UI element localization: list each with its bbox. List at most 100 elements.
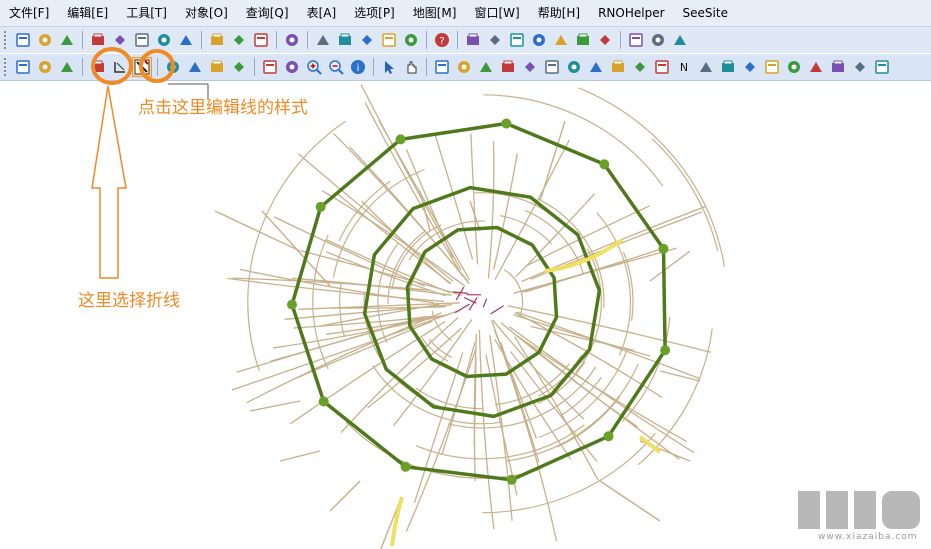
icon-1-button[interactable] xyxy=(432,57,452,77)
tool-d-button[interactable] xyxy=(529,30,549,50)
save-button[interactable] xyxy=(35,57,55,77)
polyline-select-icon xyxy=(92,60,104,72)
menu-item-9[interactable]: 帮助[H] xyxy=(529,0,589,26)
paste-button[interactable] xyxy=(251,30,271,50)
open-button[interactable] xyxy=(35,30,55,50)
icon-8-button[interactable] xyxy=(586,57,606,77)
radius-select-button[interactable] xyxy=(282,57,302,77)
icon-19-button[interactable] xyxy=(828,57,848,77)
help-button[interactable]: ? xyxy=(432,30,452,50)
icon-15-button[interactable] xyxy=(740,57,760,77)
cut-button[interactable] xyxy=(207,30,227,50)
print-setup-icon xyxy=(158,34,170,46)
tool-d-icon xyxy=(533,34,545,46)
open-table-button[interactable] xyxy=(132,30,152,50)
menu-item-0[interactable]: 文件[F] xyxy=(0,0,58,26)
undo-button[interactable] xyxy=(282,30,302,50)
icon-18-button[interactable] xyxy=(806,57,826,77)
grabber-button[interactable] xyxy=(401,57,421,77)
tool-a-button[interactable] xyxy=(463,30,483,50)
open-button[interactable] xyxy=(13,57,33,77)
radial-street xyxy=(273,216,426,287)
toolbar-grip[interactable] xyxy=(4,31,9,49)
interchange-node xyxy=(658,243,669,254)
interchange-node xyxy=(318,396,329,407)
tool-h-button[interactable] xyxy=(626,30,646,50)
menu-item-8[interactable]: 窗口[W] xyxy=(465,0,528,26)
svg-text:?: ? xyxy=(439,36,444,47)
icon-7-button[interactable] xyxy=(564,57,584,77)
menu-item-3[interactable]: 对象[O] xyxy=(176,0,237,26)
tool-b-button[interactable] xyxy=(485,30,505,50)
new-grapher-icon xyxy=(362,35,372,45)
undo-button[interactable] xyxy=(57,57,77,77)
city-map[interactable] xyxy=(0,81,931,549)
new-button[interactable] xyxy=(13,30,33,50)
icon-5-button[interactable] xyxy=(520,57,540,77)
interchange-node xyxy=(287,299,297,310)
menu-item-1[interactable]: 编辑[E] xyxy=(58,0,117,26)
layer-button[interactable] xyxy=(207,57,227,77)
save-button[interactable] xyxy=(88,30,108,50)
print-button[interactable] xyxy=(176,30,196,50)
icon-6-button[interactable] xyxy=(542,57,562,77)
tool-h-icon xyxy=(629,33,643,47)
open-workspace-button[interactable] xyxy=(57,30,77,50)
toolbar-grip[interactable] xyxy=(4,58,9,76)
tool-e-button[interactable] xyxy=(551,30,571,50)
new-grapher-button[interactable] xyxy=(357,30,377,50)
new-mapper-button[interactable] xyxy=(335,30,355,50)
tool-i-button[interactable] xyxy=(648,30,668,50)
icon-9-button[interactable] xyxy=(608,57,628,77)
menu-item-10[interactable]: RNOHelper xyxy=(589,0,673,26)
icon-21-button[interactable] xyxy=(872,57,892,77)
redistrict-button[interactable] xyxy=(401,30,421,50)
menu-item-4[interactable]: 查询[Q] xyxy=(237,0,298,26)
interchange-node xyxy=(400,461,411,472)
tool-j-button[interactable] xyxy=(670,30,690,50)
tool-g-icon xyxy=(600,35,610,45)
tool-f-button[interactable] xyxy=(573,30,593,50)
icon-13-button[interactable] xyxy=(696,57,716,77)
select-button[interactable] xyxy=(260,57,280,77)
center-street xyxy=(490,305,504,315)
icon-16-button[interactable] xyxy=(762,57,782,77)
print-setup-button[interactable] xyxy=(154,30,174,50)
zoom-in-button[interactable] xyxy=(304,57,324,77)
n-button[interactable]: N xyxy=(674,57,694,77)
arc-street xyxy=(503,269,524,318)
menu-item-6[interactable]: 选项[P] xyxy=(345,0,404,26)
copy-button[interactable] xyxy=(229,30,249,50)
icon-17-button[interactable] xyxy=(784,57,804,77)
info-button[interactable]: i xyxy=(348,57,368,77)
zoom-out-button[interactable] xyxy=(326,57,346,77)
menu-item-5[interactable]: 表[A] xyxy=(298,0,346,26)
line-style-button[interactable] xyxy=(132,57,152,77)
radial-street xyxy=(441,342,476,456)
browser-button[interactable] xyxy=(163,57,183,77)
icon-10-button[interactable] xyxy=(630,57,650,77)
menu-item-7[interactable]: 地图[M] xyxy=(404,0,466,26)
pointer-button[interactable] xyxy=(379,57,399,77)
tool-g-button[interactable] xyxy=(595,30,615,50)
tool-c-button[interactable] xyxy=(507,30,527,50)
interchange-node xyxy=(506,474,517,485)
icon-14-button[interactable] xyxy=(718,57,738,77)
map-window[interactable] xyxy=(0,81,931,549)
polyline-button[interactable] xyxy=(110,57,130,77)
new-browser-button[interactable] xyxy=(313,30,333,50)
ruler-button[interactable] xyxy=(229,57,249,77)
icon-20-button[interactable] xyxy=(850,57,870,77)
menu-item-11[interactable]: SeeSite xyxy=(674,0,737,26)
menu-item-2[interactable]: 工具[T] xyxy=(117,0,176,26)
icon-2-button[interactable] xyxy=(454,57,474,77)
line-style-icon xyxy=(134,59,150,75)
polyline-select-button[interactable] xyxy=(88,57,108,77)
icon-11-button[interactable] xyxy=(652,57,672,77)
icon-4-button[interactable] xyxy=(498,57,518,77)
new-layout-button[interactable] xyxy=(379,30,399,50)
icon-3-button[interactable] xyxy=(476,57,496,77)
ruler-icon xyxy=(234,62,244,72)
legend-button[interactable] xyxy=(185,57,205,77)
save-as-button[interactable] xyxy=(110,30,130,50)
